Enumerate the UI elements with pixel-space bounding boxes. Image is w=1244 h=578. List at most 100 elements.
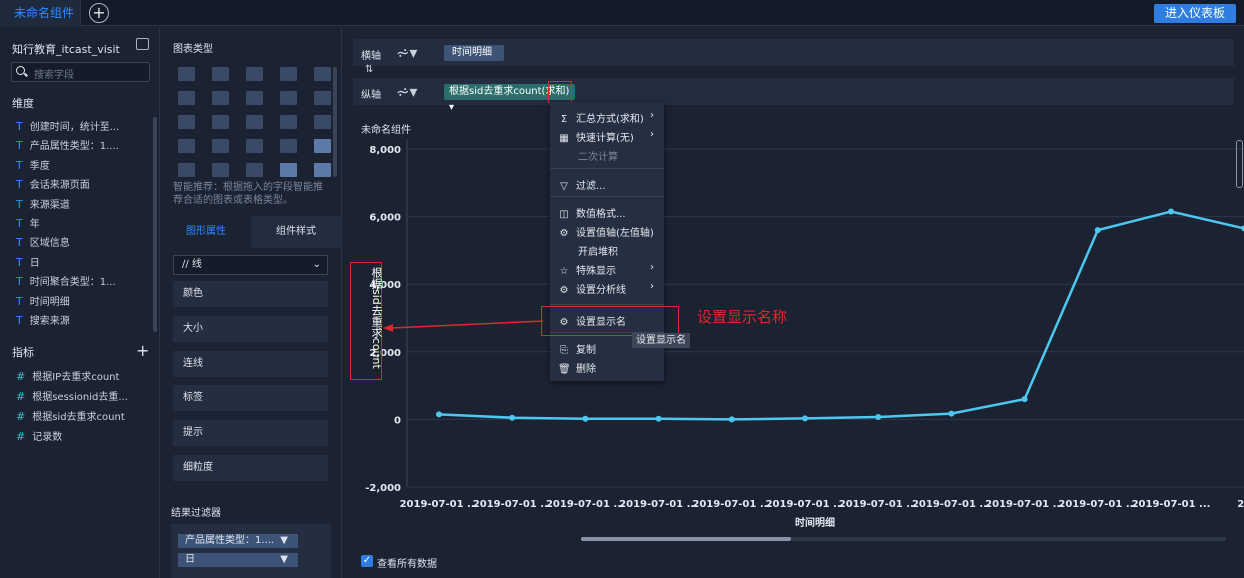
chart-type-icon[interactable]	[212, 67, 229, 81]
field-search-input[interactable]: 搜索字段	[11, 62, 150, 82]
data-point[interactable]	[582, 415, 589, 422]
filter-icon[interactable]: ▼	[280, 534, 288, 548]
dimension-field[interactable]: T 季度	[16, 157, 50, 172]
field-label: 创建时间，统计至...	[29, 122, 120, 133]
property-item[interactable]: 连线	[173, 350, 328, 377]
chart-type-icon[interactable]	[178, 91, 195, 105]
chart-type-icon[interactable]	[314, 115, 331, 129]
chart-type-icon[interactable]	[280, 115, 297, 129]
dataset-name[interactable]: 知行教育_itcast_visit	[12, 41, 120, 57]
chart-type-select[interactable]: ∕∕ 线 ⌄	[173, 255, 328, 275]
switch-dataset-icon[interactable]	[136, 38, 149, 50]
measure-field[interactable]: # 根据sessionid去重...	[16, 388, 128, 403]
chart-type-icon[interactable]	[246, 115, 263, 129]
menu-separator	[550, 196, 664, 197]
chart-type-icon[interactable]	[246, 91, 263, 105]
dimension-field[interactable]: T 来源渠道	[16, 196, 70, 211]
chart-type-icon[interactable]	[212, 139, 229, 153]
menu-item[interactable]: Σ 汇总方式(求和) ›	[558, 110, 654, 125]
chart-type-icon[interactable]	[212, 115, 229, 129]
horizontal-scrollbar[interactable]	[581, 537, 1226, 541]
chart-type-icon[interactable]	[280, 139, 297, 153]
menu-item: 二次计算	[578, 148, 618, 163]
chart-type-icon[interactable]	[314, 67, 331, 81]
dimension-field[interactable]: T 会话来源页面	[16, 176, 90, 191]
chart-type-icon[interactable]	[178, 115, 195, 129]
text-type-icon: T	[16, 294, 23, 308]
data-point[interactable]	[1094, 227, 1101, 234]
filter-item[interactable]: 日 ▼	[178, 553, 298, 567]
data-point[interactable]	[802, 415, 808, 422]
measure-field[interactable]: # 记录数	[16, 428, 62, 443]
chart-type-icon[interactable]	[212, 163, 229, 177]
menu-item[interactable]: 开启堆积	[578, 243, 618, 258]
property-item[interactable]: 颜色	[173, 281, 328, 307]
property-item[interactable]: 细粒度	[173, 455, 328, 481]
property-item[interactable]: 标签	[173, 385, 328, 412]
property-item[interactable]: 提示	[173, 420, 328, 447]
measure-field[interactable]: # 根据sid去重求count	[16, 408, 125, 423]
data-point[interactable]	[509, 414, 516, 421]
chart-type-icon[interactable]	[212, 91, 229, 105]
data-point[interactable]	[1168, 208, 1174, 215]
dimension-field[interactable]: T 搜索来源	[16, 312, 70, 327]
chart-type-icon[interactable]	[178, 67, 195, 81]
chart-type-icon[interactable]	[280, 163, 297, 177]
filter-item[interactable]: 产品属性类型：1.... ▼	[178, 534, 298, 548]
menu-item[interactable]: ⚙ 设置值轴(左值轴)	[558, 224, 654, 239]
menu-item[interactable]: ⚙ 设置分析线 ›	[558, 281, 654, 296]
chart-type-icon[interactable]	[246, 163, 263, 177]
chart-types-scrollbar[interactable]	[333, 67, 337, 177]
measure-field[interactable]: # 根据IP去重求count	[16, 368, 119, 383]
menu-item[interactable]: ◫ 数值格式...	[558, 205, 625, 220]
menu-item[interactable]: 🗑 删除	[558, 360, 596, 375]
menu-icon: ◫	[559, 209, 569, 220]
filter-icon[interactable]: ▼	[280, 553, 288, 567]
chevron-right-icon: ›	[650, 129, 654, 140]
field-label: 日	[29, 257, 40, 269]
dimension-field[interactable]: T 产品属性类型：1....	[16, 137, 119, 152]
field-panel-scrollbar[interactable]	[153, 117, 157, 332]
data-point[interactable]	[1021, 396, 1028, 403]
tab-component[interactable]: 未命名组件	[0, 0, 81, 26]
property-item[interactable]: 大小	[173, 315, 328, 342]
menu-item[interactable]: ⎘ 复制	[558, 341, 596, 356]
chart-type-icon[interactable]	[178, 139, 195, 153]
data-point[interactable]	[728, 416, 735, 423]
chart-type-icon[interactable]	[246, 139, 263, 153]
chart-type-icon[interactable]	[246, 67, 263, 81]
dimension-field[interactable]: T 时间明细	[16, 293, 70, 308]
show-all-data-checkbox[interactable]: ✓	[361, 555, 373, 567]
add-measure-button[interactable]: +	[136, 341, 149, 360]
dimension-field[interactable]: T年	[16, 215, 40, 230]
chart-type-icon[interactable]	[178, 163, 195, 177]
dimension-field[interactable]: T 时间聚合类型：1...	[16, 273, 116, 288]
x-tick-label: 2019-07-01 ...	[1132, 499, 1211, 510]
field-label: 根据IP去重求count	[32, 372, 120, 383]
horizontal-scroll-thumb[interactable]	[581, 537, 791, 541]
chevron-right-icon: ›	[650, 281, 654, 292]
enter-dashboard-button[interactable]: 进入仪表板	[1154, 4, 1236, 23]
chart-type-icon[interactable]	[314, 163, 331, 177]
chart-type-icon[interactable]	[280, 67, 297, 81]
add-tab-button[interactable]: +	[89, 3, 109, 23]
menu-item-label: 设置值轴(左值轴)	[576, 228, 654, 239]
tab-graph-properties[interactable]: 图形属性	[161, 216, 251, 248]
data-point[interactable]	[436, 411, 442, 418]
field-label: 时间明细	[29, 296, 70, 308]
dimension-field[interactable]: T日	[16, 254, 40, 269]
tab-component-style[interactable]: 组件样式	[251, 216, 341, 248]
menu-item[interactable]: ▽ 过滤...	[558, 177, 605, 192]
field-label: 根据sid去重求count	[32, 412, 125, 423]
chart-type-icon[interactable]	[314, 91, 331, 105]
vertical-scroll-handle[interactable]	[1236, 140, 1243, 188]
dimension-field[interactable]: T 区域信息	[16, 234, 70, 249]
data-point[interactable]	[875, 414, 882, 421]
chart-type-icon[interactable]	[280, 91, 297, 105]
data-point[interactable]	[948, 410, 955, 417]
chart-type-icon[interactable]	[314, 139, 331, 153]
dimension-field[interactable]: T 创建时间，统计至...	[16, 118, 119, 133]
menu-item[interactable]: ☆ 特殊显示 ›	[558, 262, 654, 277]
data-point[interactable]	[655, 415, 662, 422]
menu-item[interactable]: ▦ 快速计算(无) ›	[558, 129, 654, 144]
